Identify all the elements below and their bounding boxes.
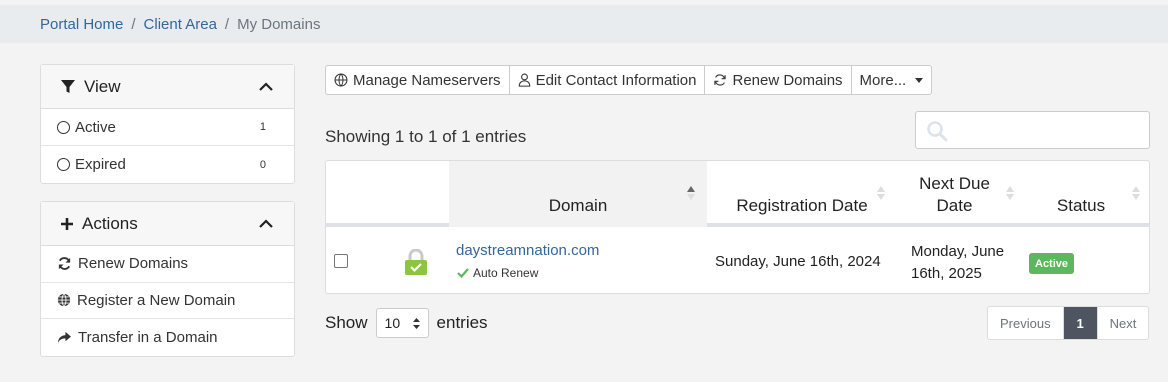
- page-length-value: 10: [384, 315, 401, 331]
- more-dropdown-button[interactable]: More...: [852, 66, 932, 94]
- table-info: Showing 1 to 1 of 1 entries: [325, 127, 527, 146]
- breadcrumb-separator: /: [131, 15, 136, 33]
- column-header-label: Status: [1056, 196, 1106, 215]
- page-length-select[interactable]: 10: [375, 308, 429, 338]
- length-prefix: Show: [325, 313, 368, 332]
- button-label: More...: [859, 71, 907, 89]
- caret-down-icon: [915, 77, 924, 83]
- filter-label: Active: [75, 118, 116, 136]
- row-checkbox[interactable]: [334, 254, 348, 268]
- action-label: Transfer in a Domain: [78, 328, 218, 346]
- actions-panel-title-text: Actions: [82, 213, 138, 233]
- sort-icon: [1132, 186, 1140, 200]
- filter-label: Expired: [75, 156, 126, 173]
- renew-domains-button[interactable]: Renew Domains: [705, 66, 852, 94]
- filter-count: 1: [259, 121, 266, 133]
- actions-panel-title: Actions: [60, 214, 258, 234]
- view-panel-title: View: [60, 77, 258, 97]
- edit-contact-button[interactable]: Edit Contact Information: [510, 66, 706, 94]
- view-panel-header[interactable]: View: [41, 65, 294, 109]
- share-arrow-icon: [58, 331, 71, 343]
- view-panel-title-text: View: [84, 76, 121, 96]
- action-label: Register a New Domain: [77, 291, 236, 309]
- manage-nameservers-button[interactable]: Manage Nameservers: [326, 66, 510, 94]
- filter-count: 0: [259, 158, 266, 171]
- breadcrumb-current: My Domains: [237, 15, 321, 33]
- pagination: Previous 1 Next: [987, 306, 1150, 340]
- filter-active[interactable]: Active 1: [41, 109, 294, 146]
- plus-icon: [61, 217, 73, 230]
- status-badge: Active: [1029, 253, 1075, 274]
- domain-link[interactable]: daystreamnation.com: [456, 242, 599, 259]
- actions-panel-header[interactable]: Actions: [41, 202, 294, 246]
- radio-icon: [57, 120, 70, 134]
- registration-date: Sunday, June 16th, 2024: [715, 253, 881, 270]
- select-arrows-icon: [412, 317, 420, 329]
- refresh-icon: [714, 74, 727, 86]
- action-label: Renew Domains: [78, 255, 189, 273]
- column-header-label: Next Due Date: [919, 174, 990, 215]
- sort-asc-icon: [687, 186, 695, 200]
- length-suffix: entries: [436, 313, 488, 332]
- auto-renew-label: Auto Renew: [473, 266, 539, 280]
- domains-table: Domain Registration Date Next Due Date S…: [325, 160, 1150, 294]
- next-due-date: Monday, June 16th, 2025: [911, 243, 1005, 282]
- search-input[interactable]: [915, 111, 1150, 149]
- actions-panel: Actions Renew Domains Register a New Dom…: [40, 201, 295, 357]
- filter-icon: [61, 79, 75, 93]
- globe-icon: [334, 73, 348, 87]
- length-menu: Show 10 entries: [325, 308, 488, 338]
- radio-icon: [57, 158, 70, 171]
- check-icon: [457, 268, 469, 278]
- user-icon: [518, 73, 530, 87]
- action-transfer-domain[interactable]: Transfer in a Domain: [41, 319, 294, 356]
- breadcrumb-portal-home[interactable]: Portal Home: [40, 16, 123, 33]
- column-header-next-due-date[interactable]: Next Due Date: [897, 161, 1014, 227]
- globe-icon: [57, 293, 71, 307]
- column-header-label: Registration Date: [736, 196, 868, 215]
- column-header-label: Domain: [548, 196, 608, 215]
- breadcrumb-separator: /: [224, 15, 230, 33]
- search-icon: [927, 121, 948, 142]
- refresh-icon: [58, 257, 71, 271]
- action-renew-domains[interactable]: Renew Domains: [41, 246, 294, 283]
- button-label: Manage Nameservers: [353, 71, 501, 89]
- breadcrumb-client-area[interactable]: Client Area: [144, 16, 217, 33]
- action-register-domain[interactable]: Register a New Domain: [41, 283, 294, 319]
- chevron-up-icon[interactable]: [258, 79, 274, 95]
- button-label: Renew Domains: [732, 71, 843, 89]
- chevron-up-icon[interactable]: [258, 216, 274, 232]
- sort-icon: [877, 186, 885, 200]
- page-1-button[interactable]: 1: [1063, 307, 1098, 339]
- button-label: Edit Contact Information: [535, 71, 697, 89]
- lock-icon: [405, 249, 427, 275]
- column-header-status[interactable]: Status: [1012, 161, 1149, 227]
- bulk-actions-toolbar: Manage Nameservers Edit Contact Informat…: [325, 65, 933, 95]
- table-row[interactable]: daystreamnation.com Auto Renew Sunday, J…: [326, 231, 1149, 293]
- table-header: Domain Registration Date Next Due Date S…: [326, 161, 1149, 227]
- auto-renew-indicator: Auto Renew: [457, 266, 538, 280]
- view-panel: View Active 1 Expired 0: [40, 64, 295, 184]
- breadcrumb: Portal Home / Client Area / My Domains: [0, 5, 1168, 43]
- column-header-domain[interactable]: Domain: [449, 161, 707, 227]
- previous-page-button[interactable]: Previous: [988, 307, 1064, 339]
- column-header-registration-date[interactable]: Registration Date: [707, 161, 897, 227]
- next-page-button[interactable]: Next: [1098, 307, 1149, 339]
- filter-expired[interactable]: Expired 0: [41, 146, 294, 183]
